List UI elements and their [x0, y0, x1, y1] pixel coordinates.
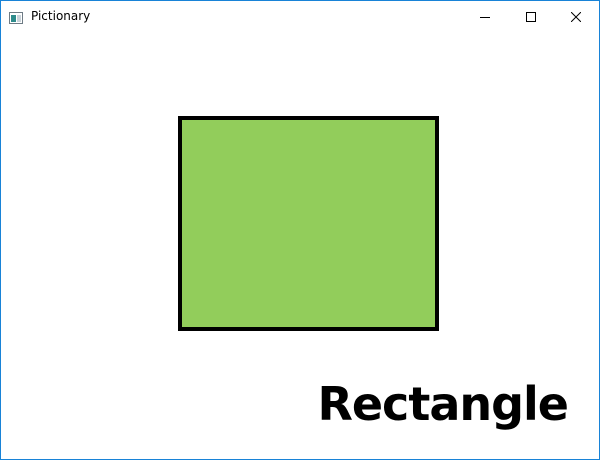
window-title: Pictionary: [31, 9, 91, 23]
minimize-button[interactable]: [462, 1, 508, 31]
minimize-icon: [480, 7, 490, 26]
maximize-icon: [526, 7, 536, 26]
shape-word-label: Rectangle: [317, 377, 569, 431]
close-button[interactable]: [553, 1, 599, 31]
drawn-rectangle-shape: [178, 116, 439, 331]
drawing-canvas: Rectangle: [1, 31, 599, 459]
title-bar[interactable]: Pictionary: [1, 1, 599, 31]
close-icon: [570, 7, 582, 26]
maximize-button[interactable]: [508, 1, 554, 31]
app-window-icon: [9, 9, 23, 24]
app-window: Pictionary Rectangle: [0, 0, 600, 460]
